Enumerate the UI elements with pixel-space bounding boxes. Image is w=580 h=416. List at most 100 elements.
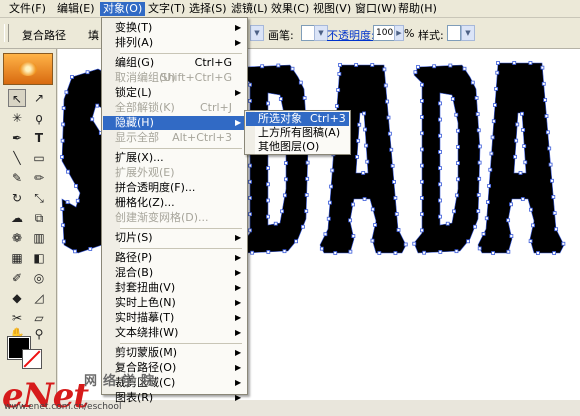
stroke-dropdown-icon[interactable]: ▼ xyxy=(250,25,264,41)
menu-object[interactable]: 对象(O) xyxy=(100,2,146,16)
object-menu-item[interactable]: 排列(A) ▶ xyxy=(103,36,246,50)
magic-wand-tool-icon[interactable]: ✳ xyxy=(8,109,26,127)
control-toolbar: 复合路径 填 ▼ 画笔: ▼ 不透明度: 100 ▶ % 样式: ▼ xyxy=(0,18,580,49)
free-transform-tool-icon[interactable]: ⧉ xyxy=(30,209,48,227)
rectangle-tool-icon[interactable]: ▭ xyxy=(30,149,48,167)
object-menu-item[interactable]: 实时上色(N) ▶ xyxy=(103,296,246,310)
blend-tool-icon[interactable]: ◎ xyxy=(30,269,48,287)
object-menu-item[interactable]: 混合(B) ▶ xyxy=(103,266,246,280)
anchor-point xyxy=(248,196,252,200)
direct-selection-tool-icon[interactable]: ↗ xyxy=(30,89,48,107)
anchor-point xyxy=(64,90,69,95)
mesh-tool-icon[interactable]: ▦ xyxy=(8,249,26,267)
menu-filter[interactable]: 滤镜(L) xyxy=(228,2,271,16)
object-menu-item[interactable]: 封套扭曲(V) ▶ xyxy=(103,281,246,295)
object-menu-item[interactable]: 隐藏(H) ▶ xyxy=(103,116,246,130)
object-menu-item-label: 实时上色(N) xyxy=(115,296,176,309)
anchor-point xyxy=(520,111,524,116)
object-menu-item[interactable]: 拼合透明度(F)... xyxy=(103,181,246,195)
anchor-point xyxy=(477,144,482,149)
menu-edit[interactable]: 编辑(E) xyxy=(54,2,98,16)
submenu-arrow-icon: ▶ xyxy=(235,363,242,372)
menu-window[interactable]: 窗口(W) xyxy=(352,2,399,16)
hide-other-layers-item[interactable]: 其他图层(O) xyxy=(246,140,349,154)
paintbrush-tool-icon[interactable]: ✎ xyxy=(8,169,26,187)
gradient-tool-icon[interactable]: ◧ xyxy=(30,249,48,267)
object-menu-item[interactable]: 扩展(X)... xyxy=(103,151,246,165)
anchor-point xyxy=(445,221,450,226)
anchor-point xyxy=(61,223,66,228)
zoom-tool-icon[interactable]: ⚲ xyxy=(30,325,48,343)
warp-tool-icon[interactable]: ☁ xyxy=(8,209,26,227)
lasso-tool-icon[interactable]: ϙ xyxy=(30,109,48,127)
object-menu-item[interactable]: 文本绕排(W) ▶ xyxy=(103,326,246,340)
anchor-point xyxy=(416,65,420,69)
anchor-point xyxy=(365,159,370,164)
object-menu-item: 扩展外观(E) xyxy=(103,166,246,180)
brush-box[interactable] xyxy=(301,25,315,41)
rotate-tool-icon[interactable]: ↻ xyxy=(8,189,26,207)
menu-file[interactable]: 文件(F) xyxy=(6,2,49,16)
anchor-point xyxy=(382,67,387,72)
object-menu-item[interactable]: 剪切蒙版(M) ▶ xyxy=(103,346,246,360)
menu-view[interactable]: 视图(V) xyxy=(310,2,354,16)
anchor-point xyxy=(304,209,309,214)
anchor-point xyxy=(438,214,442,219)
object-menu-item[interactable]: 切片(S) ▶ xyxy=(103,231,246,245)
anchor-point xyxy=(470,80,475,85)
object-menu-item[interactable]: 变换(T) ▶ xyxy=(103,21,246,35)
style-dropdown-icon[interactable]: ▼ xyxy=(461,25,475,41)
menu-effect[interactable]: 效果(C) xyxy=(268,2,312,16)
anchor-point xyxy=(266,101,270,106)
brush-dropdown-icon[interactable]: ▼ xyxy=(314,25,328,41)
submenu-arrow-icon: ▶ xyxy=(235,378,242,387)
anchor-point xyxy=(544,114,549,119)
pencil-tool-icon[interactable]: ✏ xyxy=(30,169,48,187)
object-menu-item[interactable]: 锁定(L) ▶ xyxy=(103,86,246,100)
opacity-input[interactable]: 100 xyxy=(373,25,395,41)
line-tool-icon[interactable]: ╲ xyxy=(8,149,26,167)
scale-tool-icon[interactable]: ⤡ xyxy=(30,189,48,207)
anchor-point xyxy=(61,239,66,244)
anchor-point xyxy=(494,86,499,91)
anchor-point xyxy=(528,239,533,244)
eyedropper-tool-icon[interactable]: ✐ xyxy=(8,269,26,287)
live-paint-tool-icon[interactable]: ◆ xyxy=(8,289,26,307)
symbol-sprayer-tool-icon[interactable]: ❁ xyxy=(8,229,26,247)
anchor-point xyxy=(552,251,557,255)
opacity-link[interactable]: 不透明度: xyxy=(327,27,375,43)
column-graph-tool-icon[interactable]: ▥ xyxy=(30,229,48,247)
anchor-point xyxy=(351,202,355,207)
submenu-arrow-icon: ▶ xyxy=(235,283,242,292)
opacity-arrow-icon[interactable]: ▶ xyxy=(394,25,404,41)
toolbar-grip[interactable] xyxy=(4,24,9,42)
submenu-arrow-icon: ▶ xyxy=(235,118,242,127)
object-menu-item: 取消编组(U) Shift+Ctrl+G xyxy=(103,71,246,85)
percent-label: % xyxy=(404,27,415,40)
hide-submenu: 所选对象 Ctrl+3 上方所有图稿(A) 其他图层(O) xyxy=(244,110,351,155)
object-menu-item-shortcut: Alt+Ctrl+3 xyxy=(172,131,232,144)
anchor-point xyxy=(248,212,252,217)
object-menu-item[interactable]: 编组(G) Ctrl+G xyxy=(103,56,246,70)
hide-above-artwork-item[interactable]: 上方所有图稿(A) xyxy=(246,126,349,140)
type-tool-icon[interactable]: T xyxy=(30,129,48,147)
hide-selection-item[interactable]: 所选对象 Ctrl+3 xyxy=(246,112,349,126)
selection-tool-icon[interactable]: ↖ xyxy=(8,89,26,107)
anchor-point xyxy=(438,133,442,138)
menu-help[interactable]: 帮助(H) xyxy=(395,2,440,16)
slice-tool-icon[interactable]: ◿ xyxy=(30,289,48,307)
menu-separator xyxy=(120,343,242,344)
anchor-point xyxy=(554,227,559,232)
style-swatch[interactable] xyxy=(447,25,461,41)
anchor-point xyxy=(420,82,424,87)
menu-type[interactable]: 文字(T) xyxy=(145,2,188,16)
anchor-point xyxy=(85,70,90,75)
object-menu-item[interactable]: 栅格化(Z)... xyxy=(103,196,246,210)
object-menu-item[interactable]: 实时描摹(T) ▶ xyxy=(103,311,246,325)
menu-select[interactable]: 选择(S) xyxy=(186,2,230,16)
submenu-arrow-icon: ▶ xyxy=(235,313,242,322)
object-menu-item[interactable]: 路径(P) ▶ xyxy=(103,251,246,265)
anchor-point xyxy=(248,228,252,233)
anchor-point xyxy=(462,66,467,71)
pen-tool-icon[interactable]: ✒ xyxy=(8,129,26,147)
